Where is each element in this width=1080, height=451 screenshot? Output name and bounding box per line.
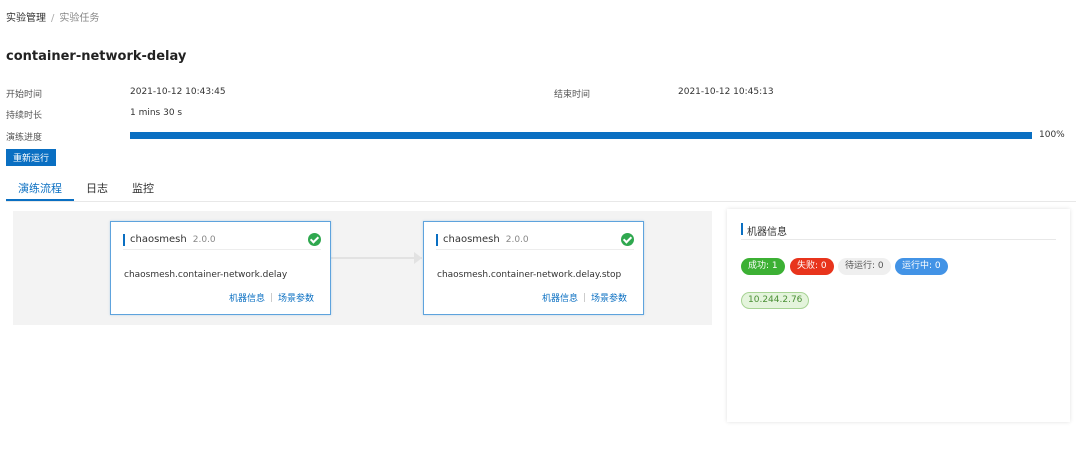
node-links: 机器信息 场景参数 bbox=[229, 291, 314, 304]
flow-node-delay[interactable]: chaosmesh 2.0.0 chaosmesh.container-netwo… bbox=[110, 221, 331, 315]
node-links: 机器信息 场景参数 bbox=[542, 291, 627, 304]
node-version: 2.0.0 bbox=[192, 235, 216, 245]
breadcrumb-root[interactable]: 实验管理 bbox=[6, 13, 46, 24]
scene-params-link[interactable]: 场景参数 bbox=[278, 291, 314, 304]
running-count-badge[interactable]: 运行中: 0 bbox=[895, 258, 948, 275]
progress-bar-fill bbox=[130, 132, 1032, 139]
panel-accent-bar bbox=[741, 223, 743, 235]
end-time-label: 结束时间 bbox=[554, 90, 591, 100]
node-accent-bar bbox=[436, 234, 438, 246]
node-header: chaosmesh 2.0.0 bbox=[123, 233, 321, 250]
tab-monitor[interactable]: 监控 bbox=[120, 181, 166, 201]
breadcrumb: 实验管理 / 实验任务 bbox=[6, 9, 99, 24]
end-time-value: 2021-10-12 10:45:13 bbox=[678, 87, 774, 97]
fail-count-badge[interactable]: 失败: 0 bbox=[790, 258, 834, 275]
machine-info-panel: 机器信息 成功: 1 失败: 0 待运行: 0 运行中: 0 10.244.2.… bbox=[727, 209, 1070, 422]
panel-header: 机器信息 bbox=[741, 223, 1056, 240]
flow-node-delay-stop[interactable]: chaosmesh 2.0.0 chaosmesh.container-netwo… bbox=[423, 221, 644, 315]
machine-info-link[interactable]: 机器信息 bbox=[542, 291, 578, 304]
node-header: chaosmesh 2.0.0 bbox=[436, 233, 634, 250]
progress-label: 演练进度 bbox=[6, 133, 43, 143]
flow-connector bbox=[331, 257, 422, 259]
rerun-button[interactable]: 重新运行 bbox=[6, 149, 56, 166]
scene-params-link[interactable]: 场景参数 bbox=[591, 291, 627, 304]
success-count-badge[interactable]: 成功: 1 bbox=[741, 258, 785, 275]
waiting-count-badge[interactable]: 待运行: 0 bbox=[838, 258, 891, 275]
host-ip-tag[interactable]: 10.244.2.76 bbox=[741, 292, 810, 309]
tab-bar: 演练流程 日志 监控 bbox=[6, 178, 1076, 202]
progress-percent: 100% bbox=[1039, 130, 1065, 140]
node-task: chaosmesh.container-network.delay bbox=[124, 270, 288, 280]
flow-connector-arrow bbox=[414, 252, 422, 264]
node-plugin-name: chaosmesh bbox=[443, 234, 500, 245]
link-divider bbox=[583, 293, 585, 302]
tab-logs[interactable]: 日志 bbox=[74, 181, 120, 201]
node-version: 2.0.0 bbox=[505, 235, 529, 245]
node-name: chaosmesh 2.0.0 bbox=[443, 234, 529, 245]
node-task: chaosmesh.container-network.delay.stop bbox=[437, 270, 622, 280]
panel-title: 机器信息 bbox=[747, 227, 787, 238]
start-time-label: 开始时间 bbox=[6, 90, 43, 100]
progress-bar bbox=[130, 132, 1032, 139]
breadcrumb-separator: / bbox=[51, 13, 55, 24]
machine-info-link[interactable]: 机器信息 bbox=[229, 291, 265, 304]
node-accent-bar bbox=[123, 234, 125, 246]
start-time-value: 2021-10-12 10:43:45 bbox=[130, 87, 226, 97]
node-plugin-name: chaosmesh bbox=[130, 234, 187, 245]
page-title: container-network-delay bbox=[6, 49, 187, 64]
experiment-task-page: 实验管理 / 实验任务 container-network-delay 开始时间 2… bbox=[0, 0, 1080, 451]
node-name: chaosmesh 2.0.0 bbox=[130, 234, 216, 245]
duration-label: 持续时长 bbox=[6, 111, 43, 121]
tab-drill-flow[interactable]: 演练流程 bbox=[6, 181, 74, 201]
check-circle-icon bbox=[621, 233, 634, 246]
link-divider bbox=[270, 293, 272, 302]
duration-value: 1 mins 30 s bbox=[130, 108, 183, 118]
breadcrumb-current: 实验任务 bbox=[59, 13, 100, 24]
check-circle-icon bbox=[308, 233, 321, 246]
